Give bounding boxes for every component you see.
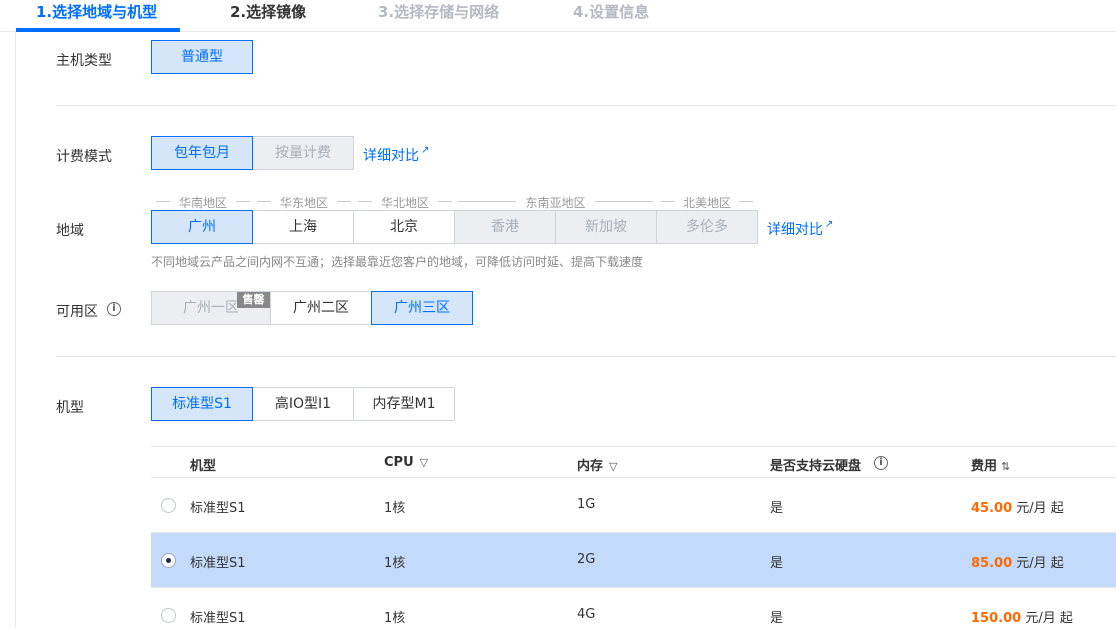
- region-shanghai-button[interactable]: 上海: [252, 210, 354, 244]
- row-price: 85.00: [971, 556, 1013, 571]
- region-beijing-button[interactable]: 北京: [353, 210, 455, 244]
- region-group-south-label: 华南地区: [178, 196, 227, 210]
- row-price-unit: 元/月 起: [1025, 611, 1073, 626]
- column-header-cpu[interactable]: CPU ▽: [384, 455, 428, 470]
- region-toronto-button[interactable]: 多伦多: [656, 210, 758, 244]
- row-fee: 150.00 元/月 起: [971, 607, 1073, 626]
- row-fee: 45.00 元/月 起: [971, 497, 1064, 516]
- model-high-io-i1-button[interactable]: 高IO型I1: [252, 387, 354, 421]
- step-tab-settings[interactable]: 4.设置信息: [573, 0, 649, 32]
- model-memory-m1-button[interactable]: 内存型M1: [353, 387, 455, 421]
- step-tab-storage-network[interactable]: 3.选择存储与网络: [378, 0, 499, 32]
- row-model: 标准型S1: [190, 501, 246, 516]
- info-icon[interactable]: i: [107, 302, 121, 316]
- region-group-north: 华北地区: [358, 194, 452, 210]
- step-tab-image[interactable]: 2.选择镜像: [230, 0, 306, 32]
- column-header-memory-text: 内存: [577, 459, 604, 474]
- row-model: 标准型S1: [190, 556, 246, 571]
- column-header-memory[interactable]: 内存 ▽: [577, 455, 617, 474]
- row-cloud-disk: 是: [770, 611, 784, 626]
- zone-label-text: 可用区: [56, 304, 98, 320]
- region-group-north-america: 北美地区: [661, 194, 753, 210]
- column-header-fee[interactable]: 费用 ⇅: [971, 455, 1010, 474]
- divider: [56, 356, 1116, 357]
- region-singapore-button[interactable]: 新加坡: [555, 210, 657, 244]
- row-cpu: 1核: [384, 611, 406, 626]
- region-group-north-america-label: 北美地区: [682, 196, 731, 210]
- region-compare-link[interactable]: 详细对比 ↗: [767, 219, 833, 239]
- region-group-southeast-asia-label: 东南亚地区: [525, 196, 586, 210]
- zone-guangzhou-2-button[interactable]: 广州二区: [270, 291, 372, 325]
- row-cpu: 1核: [384, 556, 406, 571]
- region-group-east: 华东地区: [257, 194, 351, 210]
- zone-label: 可用区: [56, 301, 98, 321]
- column-header-model: 机型: [190, 459, 217, 474]
- external-link-icon: ↗: [825, 219, 834, 230]
- table-row[interactable]: 标准型S1 1核 2G 是 85.00 元/月 起: [151, 533, 1116, 588]
- column-header-fee-text: 费用: [971, 459, 998, 474]
- column-header-cpu-text: CPU: [384, 455, 414, 470]
- external-link-icon: ↗: [421, 145, 430, 156]
- row-cloud-disk: 是: [770, 556, 784, 571]
- row-radio[interactable]: [161, 608, 176, 623]
- zone-guangzhou-3-button[interactable]: 广州三区: [371, 291, 473, 325]
- step-tabs: 1.选择地域与机型 2.选择镜像 3.选择存储与网络 4.设置信息: [0, 0, 1116, 32]
- row-fee: 85.00 元/月 起: [971, 552, 1064, 571]
- billing-monthly-button[interactable]: 包年包月: [151, 136, 253, 170]
- filter-icon[interactable]: ▽: [609, 460, 617, 473]
- row-price: 150.00: [971, 611, 1022, 626]
- row-cloud-disk: 是: [770, 501, 784, 516]
- row-cpu: 1核: [384, 501, 406, 516]
- region-hint: 不同地域云产品之间内网不互通；选择最靠近您客户的地域，可降低访问时延、提高下载速…: [151, 255, 644, 269]
- instance-table-header: 机型 CPU ▽ 内存 ▽ 是否支持云硬盘 i 费用 ⇅: [151, 446, 1116, 478]
- region-group-north-label: 华北地区: [380, 196, 429, 210]
- host-type-standard-button[interactable]: 普通型: [151, 40, 253, 74]
- soldout-badge: 售罄: [237, 292, 270, 308]
- billing-compare-link[interactable]: 详细对比 ↗: [363, 145, 429, 165]
- table-row[interactable]: 标准型S1 1核 1G 是 45.00 元/月 起: [151, 478, 1116, 533]
- region-label: 地域: [56, 223, 84, 239]
- billing-compare-link-text: 详细对比: [363, 148, 419, 164]
- row-model: 标准型S1: [190, 611, 246, 626]
- row-memory: 1G: [577, 497, 596, 512]
- region-hongkong-button[interactable]: 香港: [454, 210, 556, 244]
- region-group-east-label: 华东地区: [279, 196, 328, 210]
- left-rail: [15, 32, 16, 628]
- row-radio[interactable]: [161, 498, 176, 513]
- filter-icon[interactable]: ▽: [420, 456, 428, 469]
- column-header-cloud-disk: 是否支持云硬盘: [770, 455, 861, 474]
- table-row[interactable]: 标准型S1 1核 4G 是 150.00 元/月 起: [151, 588, 1116, 628]
- column-header-cloud-disk-text: 是否支持云硬盘: [770, 459, 862, 474]
- row-price: 45.00: [971, 501, 1013, 516]
- row-price-unit: 元/月 起: [1016, 556, 1064, 571]
- row-price-unit: 元/月 起: [1016, 501, 1064, 516]
- row-radio[interactable]: [161, 553, 176, 568]
- region-group-southeast-asia: 东南亚地区: [458, 194, 653, 210]
- billing-pay-as-you-go-button[interactable]: 按量计费: [252, 136, 354, 170]
- billing-mode-label: 计费模式: [56, 149, 112, 165]
- model-standard-s1-button[interactable]: 标准型S1: [151, 387, 253, 421]
- host-type-label: 主机类型: [56, 53, 112, 69]
- region-compare-link-text: 详细对比: [767, 222, 823, 238]
- divider: [56, 105, 1116, 106]
- region-guangzhou-button[interactable]: 广州: [151, 210, 253, 244]
- info-icon[interactable]: i: [874, 456, 888, 470]
- sort-icon[interactable]: ⇅: [1001, 460, 1010, 473]
- region-group-south: 华南地区: [156, 194, 250, 210]
- row-memory: 2G: [577, 552, 596, 567]
- model-label: 机型: [56, 400, 84, 416]
- row-memory: 4G: [577, 607, 596, 622]
- active-step-indicator: [16, 28, 180, 32]
